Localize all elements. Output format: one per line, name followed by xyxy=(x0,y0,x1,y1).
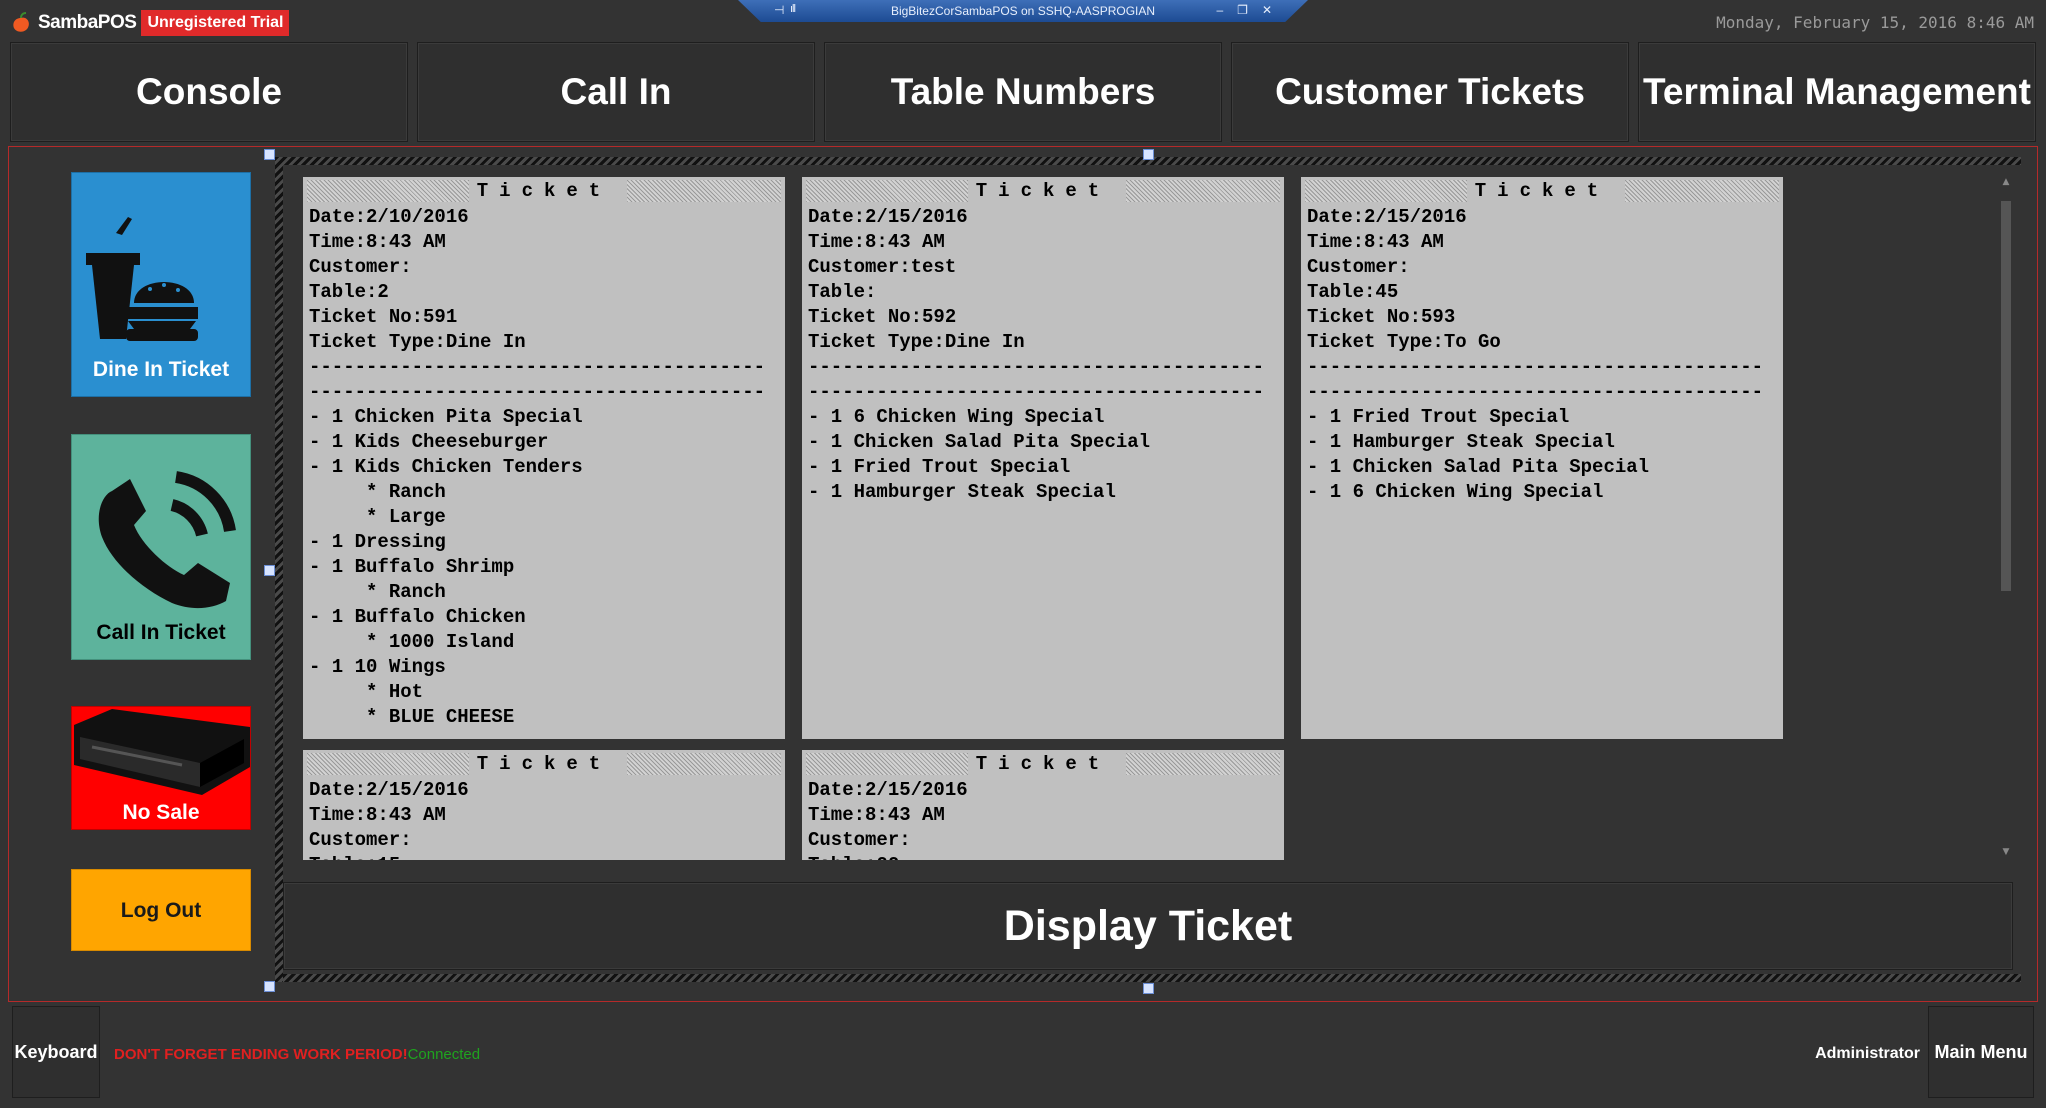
ticket-card[interactable]: Ticket Date:2/15/2016 Time:8:43 AM Custo… xyxy=(303,750,785,860)
phone-icon xyxy=(98,471,236,609)
terminal-management-button[interactable]: Terminal Management xyxy=(1638,42,2036,142)
no-sale-label: No Sale xyxy=(122,801,200,824)
remote-session-bar[interactable]: ⊣ ıll BigBitezCorSambaPOS on SSHQ-AASPRO… xyxy=(738,0,1308,22)
ticket-card[interactable]: Ticket Date:2/15/2016 Time:8:43 AM Custo… xyxy=(1301,177,1783,739)
customer-tickets-button[interactable]: Customer Tickets xyxy=(1231,42,1629,142)
scroll-thumb[interactable] xyxy=(2001,201,2011,591)
no-sale-button[interactable]: No Sale xyxy=(71,706,251,830)
keyboard-button[interactable]: Keyboard xyxy=(12,1006,100,1098)
restore-icon[interactable]: ❐ xyxy=(1237,3,1248,17)
pepper-logo-icon xyxy=(13,12,29,32)
ticket-content: Date:2/15/2016 Time:8:43 AM Customer: Ta… xyxy=(808,779,968,860)
ticket-list-scrollbar[interactable]: ▲ ▼ xyxy=(1999,177,2013,857)
cash-drawer-icon xyxy=(74,709,250,795)
app-logo: SambaPOS Unregistered Trial xyxy=(10,8,290,38)
minimize-icon[interactable]: – xyxy=(1216,3,1223,17)
frame-bottom-border xyxy=(275,974,2021,982)
call-in-ticket-button[interactable]: Call In Ticket xyxy=(71,434,251,660)
trial-badge: Unregistered Trial xyxy=(141,10,290,36)
ticket-title: Ticket xyxy=(476,753,612,775)
table-numbers-button[interactable]: Table Numbers xyxy=(824,42,1222,142)
ticket-title: Ticket xyxy=(975,180,1111,202)
current-user: Administrator xyxy=(1815,1045,1920,1062)
ticket-content: Date:2/10/2016 Time:8:43 AM Customer: Ta… xyxy=(309,206,766,728)
close-icon[interactable]: ✕ xyxy=(1262,3,1272,17)
dine-in-ticket-button[interactable]: Dine In Ticket xyxy=(71,172,251,397)
current-datetime: Monday, February 15, 2016 8:46 AM xyxy=(1716,13,2034,32)
log-out-label: Log Out xyxy=(120,899,202,922)
ticket-content: Date:2/15/2016 Time:8:43 AM Customer: Ta… xyxy=(309,779,469,860)
call-in-button[interactable]: Call In xyxy=(417,42,815,142)
ticket-card[interactable]: Ticket Date:2/10/2016 Time:8:43 AM Custo… xyxy=(303,177,785,739)
status-bar: Keyboard DON'T FORGET ENDING WORK PERIOD… xyxy=(0,1004,2046,1108)
work-period-warning: DON'T FORGET ENDING WORK PERIOD!Connecte… xyxy=(114,1046,480,1063)
call-in-label: Call In Ticket xyxy=(96,621,226,644)
dine-in-icon xyxy=(86,217,198,341)
dine-in-label: Dine In Ticket xyxy=(92,358,230,381)
ticket-card[interactable]: Ticket Date:2/15/2016 Time:8:43 AM Custo… xyxy=(802,750,1284,860)
app-name: SambaPOS xyxy=(38,12,137,33)
resize-handle[interactable] xyxy=(1143,149,1154,160)
ticket-title: Ticket xyxy=(1474,180,1610,202)
main-menu-button[interactable]: Main Menu xyxy=(1928,1006,2034,1098)
resize-handle[interactable] xyxy=(1143,983,1154,994)
warning-text: DON'T FORGET ENDING WORK PERIOD! xyxy=(114,1046,408,1063)
console-button[interactable]: Console xyxy=(10,42,408,142)
ticket-title: Ticket xyxy=(975,753,1111,775)
ticket-content: Date:2/15/2016 Time:8:43 AM Customer:tes… xyxy=(808,206,1265,503)
log-out-button[interactable]: Log Out xyxy=(71,869,251,951)
ticket-title: Ticket xyxy=(476,180,612,202)
ticket-list: Ticket Date:2/10/2016 Time:8:43 AM Custo… xyxy=(291,177,1991,860)
resize-handle[interactable] xyxy=(264,981,275,992)
connection-status: Connected xyxy=(407,1046,481,1063)
main-nav: Console Call In Table Numbers Customer T… xyxy=(10,42,2036,142)
ticket-content: Date:2/15/2016 Time:8:43 AM Customer: Ta… xyxy=(1307,206,1764,503)
resize-handle[interactable] xyxy=(264,149,275,160)
scroll-up-arrow-icon[interactable]: ▲ xyxy=(1999,177,2013,187)
ticket-card[interactable]: Ticket Date:2/15/2016 Time:8:43 AM Custo… xyxy=(802,177,1284,739)
display-ticket-button[interactable]: Display Ticket xyxy=(283,882,2013,970)
main-panel: Dine In Ticket Call In Ticket No Sale Lo… xyxy=(8,146,2038,1002)
frame-left-border xyxy=(275,157,283,982)
resize-handle[interactable] xyxy=(264,565,275,576)
scroll-down-arrow-icon[interactable]: ▼ xyxy=(1999,847,2013,857)
